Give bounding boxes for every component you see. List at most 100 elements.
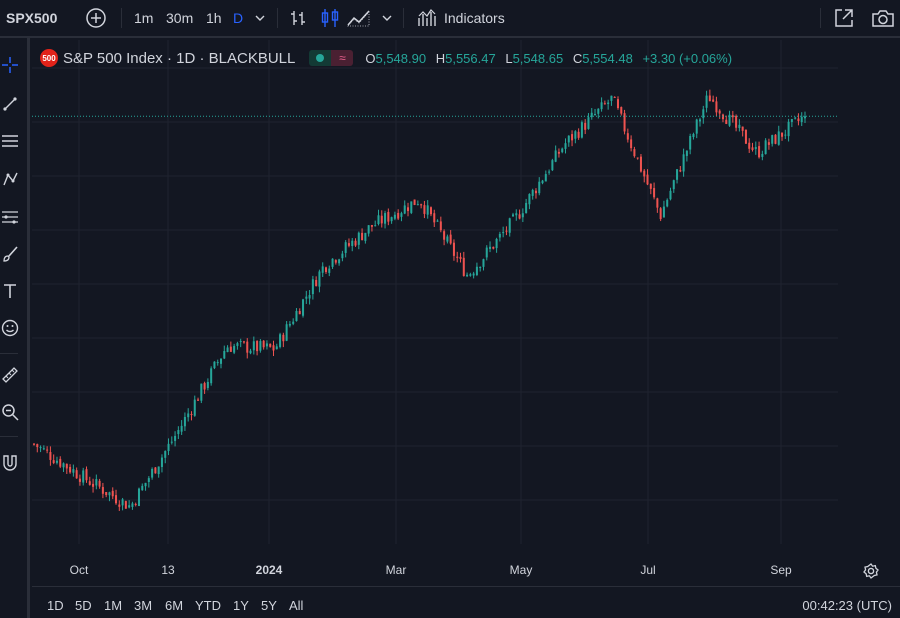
emoji-icon[interactable] [0, 317, 20, 339]
settings-gear-icon[interactable] [862, 562, 880, 585]
fullscreen-icon[interactable] [833, 0, 855, 36]
interval-30m[interactable]: 30m [166, 0, 193, 36]
candle-body [531, 189, 534, 196]
candle-body [285, 324, 288, 341]
brush-icon[interactable] [0, 243, 20, 265]
candle-body [633, 149, 636, 157]
range-3m-button[interactable]: 3M [134, 598, 152, 613]
range-all-button[interactable]: All [289, 598, 303, 613]
pattern-icon[interactable] [0, 168, 20, 190]
candle-body [699, 119, 702, 122]
indicators-button[interactable]: Indicators [444, 0, 505, 36]
candle-body [59, 458, 62, 467]
symbol-title[interactable]: S&P 500 Index · 1D · BLACKBULL [63, 50, 295, 67]
wave-icon: ≈ [331, 50, 354, 66]
range-1y-button[interactable]: 1Y [233, 598, 249, 613]
toolbar-divider [0, 353, 18, 354]
interval-d-active[interactable]: D [233, 0, 243, 36]
candle-body [495, 238, 498, 249]
close-key: C [572, 50, 583, 66]
horizontal-lines-icon[interactable] [0, 130, 20, 152]
candle-body [695, 119, 698, 134]
candle-body [502, 232, 505, 234]
range-5d-button[interactable]: 5D [75, 598, 92, 613]
camera-icon[interactable] [871, 0, 895, 36]
market-open-dot-icon [309, 50, 332, 66]
trend-line-icon[interactable] [0, 93, 20, 115]
market-status[interactable]: ≈ [309, 50, 354, 66]
indicators-icon[interactable] [417, 0, 437, 36]
candle-body [338, 259, 341, 264]
candle-body [118, 504, 121, 507]
candle-body [649, 183, 652, 189]
candle-body [354, 240, 357, 246]
x-tick-label: May [509, 563, 533, 577]
candle-body [603, 103, 606, 105]
candle-body [469, 274, 472, 276]
candle-body [758, 146, 761, 158]
range-1d-button[interactable]: 1D [47, 598, 64, 613]
candle-body [32, 443, 36, 445]
candle-body [689, 135, 692, 150]
plus-circle-icon[interactable] [85, 0, 107, 36]
range-ytd-button[interactable]: YTD [195, 598, 221, 613]
range-1m-button[interactable]: 1M [104, 598, 122, 613]
text-icon[interactable] [0, 280, 20, 302]
candle-body [564, 143, 567, 149]
candle-body [128, 505, 131, 508]
candle-body [725, 119, 728, 124]
candle-body [653, 188, 656, 198]
candle-body [111, 490, 114, 497]
chevron-down-icon[interactable] [254, 0, 266, 36]
candlestick-chart[interactable] [32, 40, 838, 544]
symbol-search[interactable]: SPX500 [6, 0, 57, 36]
candle-body [525, 202, 528, 214]
crosshair-icon[interactable] [0, 54, 20, 76]
range-5y-button[interactable]: 5Y [261, 598, 277, 613]
candle-body [741, 126, 744, 131]
candle-body [433, 213, 436, 223]
candle-body [187, 413, 190, 418]
candle-body [656, 198, 659, 208]
candle-body [101, 487, 104, 494]
candle-body [46, 449, 49, 451]
candle-body [311, 279, 314, 295]
candle-body [275, 346, 278, 350]
close-value: 5,554.48 [582, 50, 633, 66]
candle-body [551, 160, 554, 171]
candle-body [131, 503, 134, 507]
candle-body [380, 215, 383, 224]
candle-body [39, 447, 42, 449]
candle-body [492, 246, 495, 249]
candle-body [302, 299, 305, 316]
candle-body [134, 503, 137, 505]
zoom-icon[interactable] [0, 401, 20, 423]
chart-pane[interactable] [32, 40, 838, 544]
candle-body [767, 142, 770, 145]
chevron-down-icon[interactable] [381, 0, 393, 36]
candle-body [439, 221, 442, 231]
candle-body [571, 134, 574, 141]
interval-1h[interactable]: 1h [206, 0, 222, 36]
interval-1m[interactable]: 1m [134, 0, 153, 36]
candle-body [265, 343, 268, 347]
candle-body [479, 266, 482, 269]
candle-body [213, 361, 216, 369]
bars-style-icon[interactable] [289, 0, 307, 36]
candle-body [754, 147, 757, 150]
candle-body [164, 451, 167, 458]
candle-body [790, 119, 793, 122]
magnet-icon[interactable] [0, 452, 20, 474]
candle-body [705, 95, 708, 108]
range-6m-button[interactable]: 6M [165, 598, 183, 613]
candles-style-icon[interactable] [320, 0, 340, 36]
area-chart-icon[interactable] [347, 0, 371, 36]
candle-body [288, 323, 291, 326]
fib-icon[interactable] [0, 206, 20, 228]
ruler-icon[interactable] [0, 364, 20, 386]
candle-body [630, 139, 633, 149]
change-value: +3.30 (+0.06%) [642, 50, 733, 66]
candle-body [193, 399, 196, 416]
candle-body [167, 443, 170, 452]
utc-clock[interactable]: 00:42:23 (UTC) [802, 598, 892, 613]
